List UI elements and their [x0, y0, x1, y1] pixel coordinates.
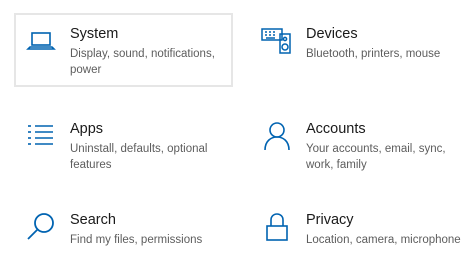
tile-accounts[interactable]: Accounts Your accounts, email, sync, wor… [250, 108, 469, 182]
tile-title: Apps [70, 121, 104, 137]
search-icon [25, 211, 57, 243]
tile-title: Search [70, 212, 116, 228]
tile-system[interactable]: System Display, sound, notifications, po… [14, 13, 233, 87]
devices-icon [261, 25, 293, 57]
tile-title: Accounts [306, 121, 366, 137]
laptop-icon [25, 25, 57, 57]
tile-description: Location, camera, microphone [306, 234, 461, 246]
tile-description: Bluetooth, printers, mouse [306, 48, 441, 60]
lock-icon [261, 211, 293, 243]
person-icon [261, 120, 293, 152]
tile-description: Find my files, permissions [70, 234, 203, 246]
tile-title: System [70, 26, 119, 42]
tile-description: Your accounts, email, sync, work, family [306, 143, 446, 171]
tile-description: Uninstall, defaults, optional features [70, 143, 208, 171]
tile-search[interactable]: Search Find my files, permissions [14, 199, 233, 259]
tile-apps[interactable]: Apps Uninstall, defaults, optional featu… [14, 108, 233, 182]
tile-description: Display, sound, notifications, power [70, 48, 215, 76]
tile-privacy[interactable]: Privacy Location, camera, microphone [250, 199, 469, 259]
tile-title: Devices [306, 26, 358, 42]
tile-title: Privacy [306, 212, 354, 228]
tile-devices[interactable]: Devices Bluetooth, printers, mouse [250, 13, 469, 87]
apps-list-icon [25, 120, 57, 152]
